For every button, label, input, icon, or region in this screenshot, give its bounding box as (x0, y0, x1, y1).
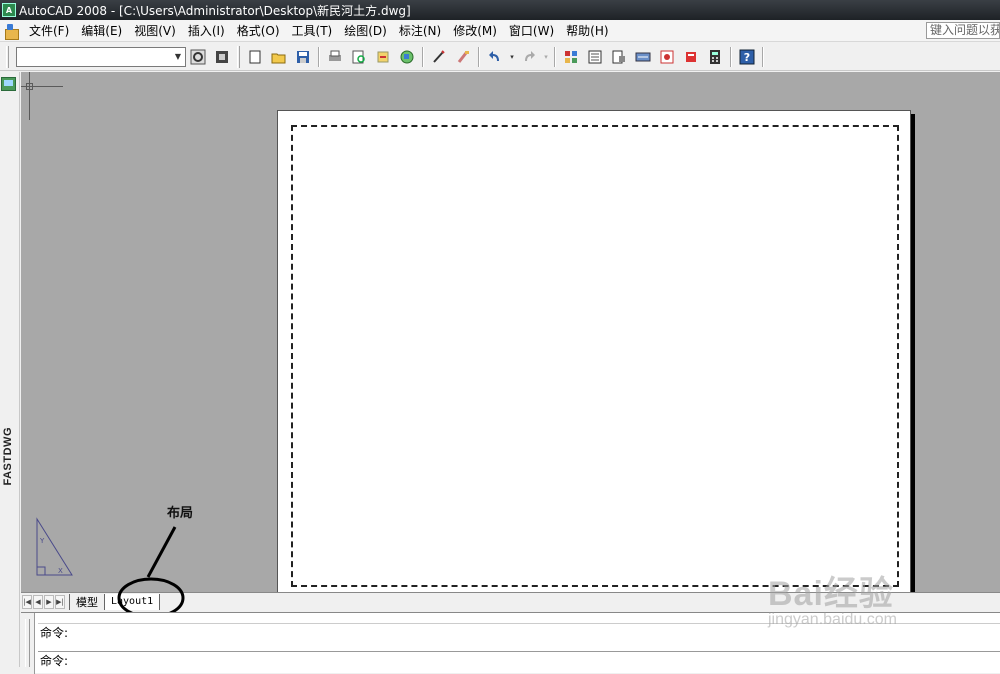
layout-drawing-area[interactable]: Y X 布局 (21, 72, 1000, 592)
properties-icon[interactable] (584, 46, 606, 68)
workspace-settings-icon[interactable] (187, 46, 209, 68)
menu-insert[interactable]: 插入(I) (182, 20, 231, 42)
window-title: AutoCAD 2008 - [C:\Users\Administrator\D… (19, 3, 411, 18)
chevron-down-icon[interactable]: ▾ (542, 46, 550, 68)
left-palette-strip: FASTDWG (0, 72, 20, 667)
paper-sheet[interactable] (277, 110, 911, 592)
print-preview-icon[interactable] (348, 46, 370, 68)
menu-bar: 文件(F) 编辑(E) 视图(V) 插入(I) 格式(O) 工具(T) 绘图(D… (0, 20, 1000, 42)
match-properties-icon[interactable] (452, 46, 474, 68)
app-menu-icon[interactable] (3, 23, 19, 40)
sheet-set-icon[interactable] (656, 46, 678, 68)
svg-text:?: ? (744, 51, 750, 64)
annotation-label: 布局 (167, 506, 194, 521)
print-icon[interactable] (324, 46, 346, 68)
menu-view[interactable]: 视图(V) (128, 20, 182, 42)
command-input-line[interactable]: 命令: (38, 651, 1000, 669)
prev-tab-icon[interactable]: ◀ (33, 594, 43, 609)
fastdwg-palette-label[interactable]: FASTDWG (2, 427, 14, 486)
design-center-icon[interactable] (608, 46, 630, 68)
publish-icon[interactable] (372, 46, 394, 68)
menu-modify[interactable]: 修改(M) (447, 20, 503, 42)
cursor-pickbox (26, 83, 33, 90)
image-palette-icon[interactable] (1, 77, 16, 91)
calculator-icon[interactable] (704, 46, 726, 68)
chevron-down-icon[interactable]: ▾ (508, 46, 516, 68)
save-icon[interactable] (292, 46, 314, 68)
menu-tools[interactable]: 工具(T) (286, 20, 339, 42)
undo-icon[interactable] (484, 46, 506, 68)
cut-icon[interactable] (428, 46, 450, 68)
new-file-icon[interactable] (244, 46, 266, 68)
svg-text:X: X (58, 567, 63, 575)
menu-edit[interactable]: 编辑(E) (75, 20, 128, 42)
svg-text:Y: Y (39, 537, 45, 545)
watermark-url: jingyan.baidu.com (768, 611, 897, 628)
redo-icon[interactable] (518, 46, 540, 68)
first-tab-icon[interactable]: |◀ (22, 594, 32, 609)
workspace-combo[interactable]: ▼ (16, 46, 186, 67)
watermark-brand: Bai经验 (768, 575, 894, 613)
chevron-down-icon[interactable]: ▼ (171, 48, 185, 66)
toolbar-grip[interactable] (6, 45, 9, 68)
ucs-triangle-icon: Y X (36, 517, 73, 576)
toolbar-separator (318, 46, 320, 67)
cursor-crosshair-vertical (29, 72, 30, 120)
tool-palettes-icon[interactable] (632, 46, 654, 68)
menu-draw[interactable]: 绘图(D) (338, 20, 393, 42)
tab-layout1[interactable]: Layout1 (104, 593, 161, 610)
tab-model[interactable]: 模型 (69, 593, 104, 610)
pan-icon[interactable] (560, 46, 582, 68)
toolbar-separator (730, 46, 732, 67)
last-tab-icon[interactable]: ▶| (55, 594, 65, 609)
menu-dimension[interactable]: 标注(N) (393, 20, 447, 42)
title-bar: A AutoCAD 2008 - [C:\Users\Administrator… (0, 0, 1000, 20)
standard-toolbar: ▼ ▾ ▾ ? (0, 43, 1000, 71)
autocad-app-icon[interactable]: A (2, 3, 16, 17)
open-file-icon[interactable] (268, 46, 290, 68)
toolbar-separator (762, 46, 764, 67)
toolbar-separator (478, 46, 480, 67)
workspace-lock-icon[interactable] (211, 46, 233, 68)
3d-dwf-icon[interactable] (396, 46, 418, 68)
menu-window[interactable]: 窗口(W) (503, 20, 560, 42)
command-window-grip[interactable] (21, 613, 35, 674)
menu-help[interactable]: 帮助(H) (560, 20, 614, 42)
toolbar-separator (554, 46, 556, 67)
help-search-input[interactable]: 键入问题以获 (926, 22, 1000, 39)
toolbar-grip-2[interactable] (237, 45, 240, 68)
markup-icon[interactable] (680, 46, 702, 68)
printable-area-border (291, 125, 899, 587)
baidu-watermark: Bai经验 jingyan.baidu.com (768, 566, 897, 629)
menu-file[interactable]: 文件(F) (23, 20, 75, 42)
next-tab-icon[interactable]: ▶ (44, 594, 54, 609)
menu-format[interactable]: 格式(O) (231, 20, 286, 42)
toolbar-separator (422, 46, 424, 67)
help-icon[interactable]: ? (736, 46, 758, 68)
